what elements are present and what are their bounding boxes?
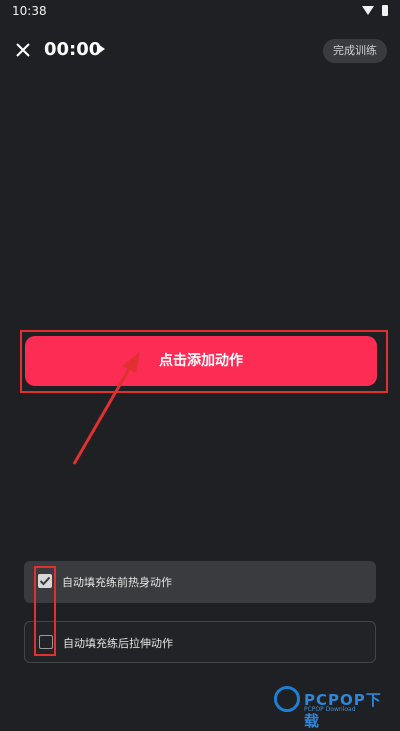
wifi-icon [362, 6, 374, 15]
annotation-arrow-icon [72, 352, 140, 465]
warmup-option-label: 自动填充练前热身动作 [62, 576, 172, 589]
status-bar: 10:38 [0, 0, 400, 24]
battery-icon [382, 5, 388, 16]
watermark-subtext: PCPOP Download [304, 706, 356, 713]
close-button[interactable] [8, 36, 38, 64]
auto-fill-warmup-option[interactable]: 自动填充练前热身动作 [24, 561, 376, 603]
play-icon[interactable] [98, 44, 105, 54]
workout-timer: 00:00 [44, 39, 102, 60]
status-time: 10:38 [12, 4, 47, 18]
pcpop-logo-icon [274, 686, 300, 712]
stretch-option-label: 自动填充练后拉伸动作 [63, 637, 173, 650]
watermark: PCPOP下载 PCPOP Download [274, 684, 396, 730]
close-icon [16, 43, 30, 57]
top-bar: 00:00 完成训练 [0, 30, 400, 70]
annotation-checkbox-highlight [34, 566, 56, 656]
finish-training-button[interactable]: 完成训练 [323, 39, 387, 63]
auto-fill-stretch-option[interactable]: 自动填充练后拉伸动作 [24, 621, 376, 663]
